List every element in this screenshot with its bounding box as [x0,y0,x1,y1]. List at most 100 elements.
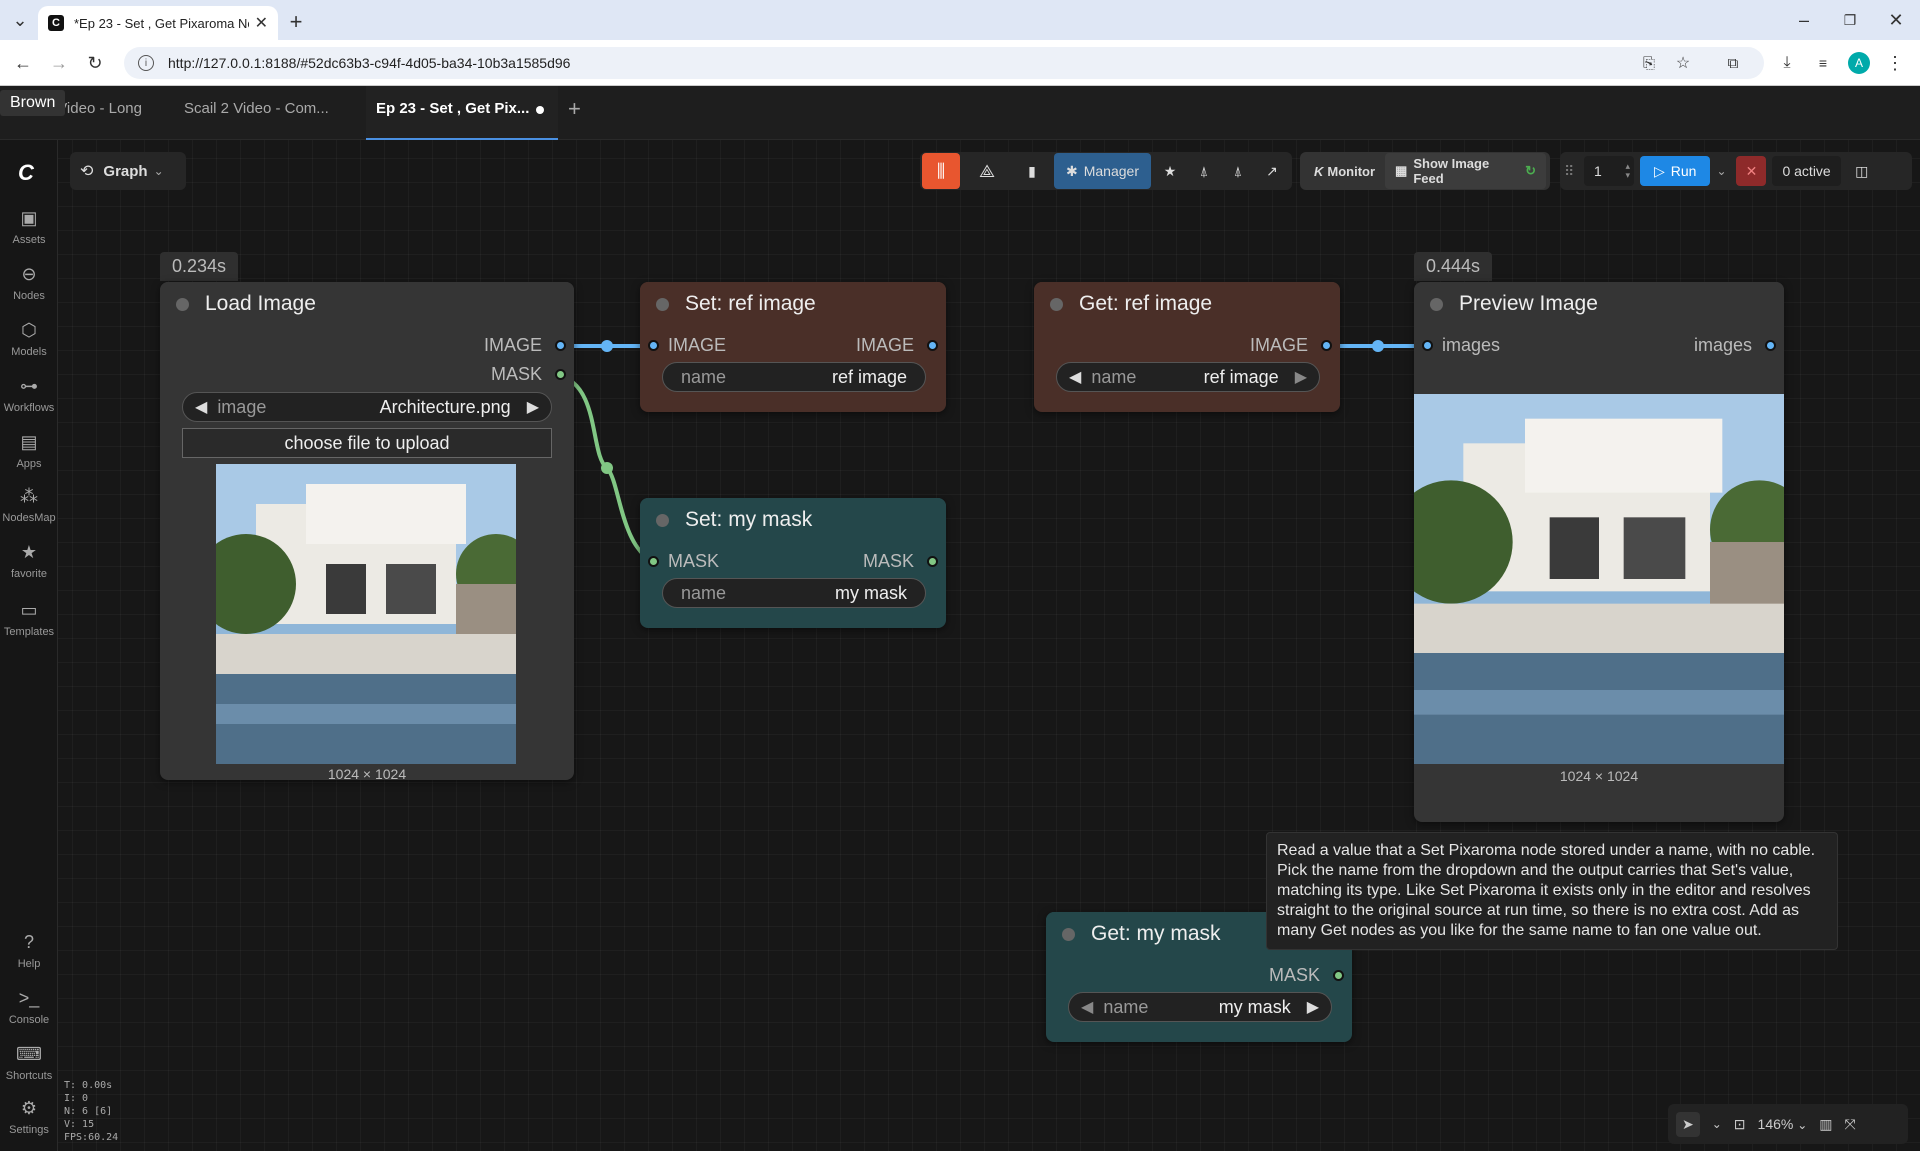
output-pin-mask[interactable] [1333,970,1344,981]
fit-view-icon[interactable]: ⊡ [1734,1116,1746,1133]
sidebar-item-help[interactable]: ? Help [0,932,58,970]
manager-button[interactable]: ✱ Manager [1054,153,1151,189]
star-icon[interactable]: ★ [1155,153,1185,189]
node-header[interactable]: Set: my mask [640,498,946,542]
sidebar-item-nodes[interactable]: ⊖ Nodes [0,264,58,302]
audio-bars-icon[interactable]: ⫼ [922,153,960,189]
install-app-icon[interactable]: ⎘ [1638,52,1660,74]
forward-icon[interactable]: → [46,50,72,76]
media-icon[interactable]: ≡ [1812,52,1834,74]
drag-handle-icon[interactable]: ⠿ [1564,163,1578,180]
browser-tab[interactable]: C *Ep 23 - Set , Get Pixaroma Noc ✕ [38,6,278,40]
sidebar-item-workflows[interactable]: ⊶ Workflows [0,376,58,414]
name-combo-widget[interactable]: ◀ name ref image ▶ [1056,362,1320,392]
new-tab-icon[interactable]: + [284,9,308,34]
output-pin-images[interactable] [1765,340,1776,351]
collapse-dot-icon[interactable] [1062,927,1075,941]
arrow-left-icon[interactable]: ◀ [1081,997,1093,1017]
show-image-feed-button[interactable]: ▦ Show Image Feed ↻ [1385,153,1546,189]
extensions-icon[interactable]: ⧉ [1722,52,1744,74]
active-queue-badge[interactable]: 0 active [1772,156,1841,186]
input-pin-image[interactable] [648,340,659,351]
collapse-dot-icon[interactable] [656,297,669,311]
sidebar-item-templates[interactable]: ▭ Templates [0,600,58,638]
comfy-logo-icon[interactable]: C [18,160,34,186]
browser-menu-icon[interactable]: ⋮ [1884,52,1906,74]
downloads-icon[interactable]: ⤓ [1776,52,1798,74]
collapse-dot-icon[interactable] [176,297,189,311]
workflow-tab-active[interactable]: Ep 23 - Set , Get Pix... [366,86,558,140]
shape-b-icon[interactable]: ⍋ [1223,153,1253,189]
zoom-level[interactable]: 146% ⌄ [1758,1116,1808,1132]
input-pin-images[interactable] [1422,340,1433,351]
link-midpoint-image[interactable] [601,340,613,352]
restore-icon[interactable]: ❐ [1838,8,1862,32]
workflow-tab-scail-com[interactable]: Scail 2 Video - Com... [184,100,329,117]
sidebar-item-models[interactable]: ⬡ Models [0,320,58,358]
sidebar-item-nodesmap[interactable]: ⁂ NodesMap [0,486,58,524]
url-input[interactable]: i http://127.0.0.1:8188/#52dc63b3-c94f-4… [124,47,1764,79]
arrow-right-icon[interactable]: ▶ [527,397,539,417]
share-icon[interactable]: ↗ [1257,153,1287,189]
name-combo-widget[interactable]: ◀ name my mask ▶ [1068,992,1332,1022]
panel-toggle-icon[interactable]: ◫ [1847,156,1877,186]
node-header[interactable]: Get: ref image [1034,282,1340,326]
sidebar-item-settings[interactable]: ⚙ Settings [0,1098,58,1136]
sidebar-item-assets[interactable]: ▣ Assets [0,208,58,246]
sidebar-item-favorite[interactable]: ★ favorite [0,542,58,580]
hide-links-icon[interactable]: ⤧ [1845,1116,1856,1133]
node-load-image[interactable]: Load Image IMAGE MASK ◀ image Architectu… [160,282,574,782]
minimize-icon[interactable]: – [1792,8,1816,32]
run-options-chevron-icon[interactable]: ⌄ [1716,164,1730,178]
name-widget[interactable]: name my mask [662,578,926,608]
upload-button[interactable]: choose file to upload [182,428,552,458]
close-window-icon[interactable]: ✕ [1884,8,1908,32]
select-mode-icon[interactable]: ➤ [1676,1111,1700,1137]
collapse-dot-icon[interactable] [1050,297,1063,311]
bookmark-icon[interactable]: ▮ [1014,153,1050,189]
image-combo-widget[interactable]: ◀ image Architecture.png ▶ [182,392,552,422]
site-info-icon[interactable]: i [138,55,154,71]
node-header[interactable]: Preview Image [1414,282,1784,326]
link-midpoint-mask[interactable] [601,462,613,474]
collapse-dot-icon[interactable] [656,513,669,527]
mode-chevron-icon[interactable]: ⌄ [1712,1117,1722,1131]
arrow-right-icon[interactable]: ▶ [1295,367,1307,387]
node-set-ref-image[interactable]: Set: ref image IMAGE IMAGE name ref imag… [640,282,946,412]
arrow-left-icon[interactable]: ◀ [195,397,207,417]
sidebar-item-apps[interactable]: ▤ Apps [0,432,58,470]
batch-count-input[interactable]: 1 ▴ ▾ [1584,156,1634,186]
node-preview-image[interactable]: Preview Image images images 1024 × 1024 [1414,282,1784,822]
sidebar-item-shortcuts[interactable]: ⌨ Shortcuts [0,1044,58,1082]
new-workflow-tab-icon[interactable]: + [568,96,581,122]
stepper-icon[interactable]: ▴ ▾ [1625,162,1630,180]
graph-menu-button[interactable]: ⟲ Graph ⌄ [70,152,186,190]
name-widget[interactable]: name ref image [662,362,926,392]
node-header[interactable]: Set: ref image [640,282,946,326]
output-pin-mask[interactable] [927,556,938,567]
reload-icon[interactable]: ↻ [82,50,108,76]
node-header[interactable]: Load Image [160,282,574,326]
profile-avatar[interactable]: A [1848,52,1870,74]
close-tab-icon[interactable]: ✕ [255,13,268,33]
output-pin-image[interactable] [927,340,938,351]
shape-a-icon[interactable]: ⍋ [1189,153,1219,189]
monitor-button[interactable]: K Monitor [1304,153,1385,189]
arrow-left-icon[interactable]: ◀ [1069,367,1081,387]
back-icon[interactable]: ← [10,50,36,76]
node-get-ref-image[interactable]: Get: ref image IMAGE ◀ name ref image ▶ [1034,282,1340,412]
output-pin-image[interactable] [1321,340,1332,351]
node-set-my-mask[interactable]: Set: my mask MASK MASK name my mask [640,498,946,628]
link-midpoint-preview[interactable] [1372,340,1384,352]
sidebar-item-console[interactable]: >_ Console [0,988,58,1026]
collapse-dot-icon[interactable] [1430,297,1443,311]
run-button[interactable]: ▷ Run [1640,156,1711,186]
arrow-right-icon[interactable]: ▶ [1307,997,1319,1017]
cancel-queue-button[interactable]: ✕ [1736,156,1767,186]
input-pin-mask[interactable] [648,556,659,567]
minimap-icon[interactable]: ▥ [1819,1116,1832,1133]
bookmark-star-icon[interactable]: ☆ [1672,52,1694,74]
output-pin-image[interactable] [555,340,566,351]
output-pin-mask[interactable] [555,369,566,380]
tab-search-chevron-icon[interactable]: ⌄ [8,8,32,32]
